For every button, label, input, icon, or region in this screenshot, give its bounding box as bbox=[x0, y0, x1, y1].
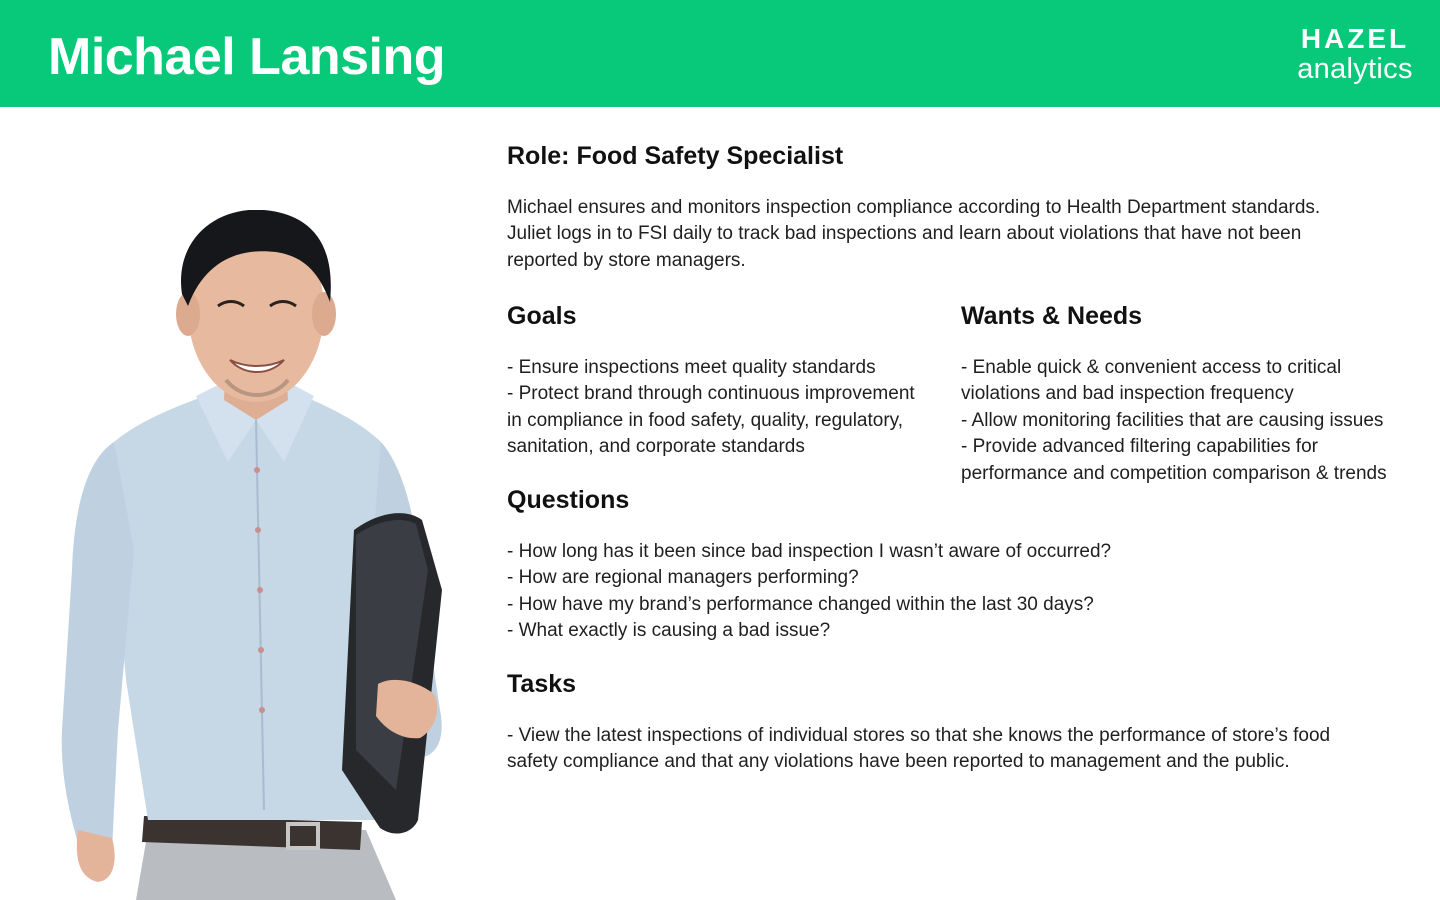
wants-line: violations and bad inspection frequency bbox=[961, 383, 1294, 405]
persona-name: Michael Lansing bbox=[48, 28, 446, 86]
questions-list: - How long has it been since bad inspect… bbox=[507, 539, 1111, 645]
persona-photo bbox=[61, 210, 442, 900]
header-bar: Michael Lansing HAZEL analytics bbox=[0, 0, 1440, 107]
role-heading: Role: Food Safety Specialist bbox=[507, 142, 844, 170]
questions-heading: Questions bbox=[507, 486, 630, 514]
tasks-heading: Tasks bbox=[507, 670, 577, 698]
goals-list: - Ensure inspections meet quality standa… bbox=[507, 355, 915, 461]
role-description: Michael ensures and monitors inspection … bbox=[507, 195, 1320, 274]
goals-heading: Goals bbox=[507, 302, 577, 330]
goals-line: sanitation, and corporate standards bbox=[507, 436, 805, 458]
questions-line: - How have my brand’s performance change… bbox=[507, 593, 1094, 615]
goals-line: in compliance in food safety, quality, r… bbox=[507, 409, 904, 431]
questions-line: - How are regional managers performing? bbox=[507, 567, 859, 589]
questions-line: - What exactly is causing a bad issue? bbox=[507, 620, 831, 642]
tasks-line: - View the latest inspections of individ… bbox=[507, 725, 1331, 746]
wants-list: - Enable quick & convenient access to cr… bbox=[961, 355, 1387, 487]
goals-line: - Protect brand through continuous impro… bbox=[507, 383, 915, 405]
brand-logo-top: HAZEL bbox=[1300, 23, 1410, 54]
role-description-line: Michael ensures and monitors inspection … bbox=[507, 197, 1321, 218]
wants-line: - Provide advanced filtering capabilitie… bbox=[961, 436, 1318, 458]
questions-line: - How long has it been since bad inspect… bbox=[507, 541, 1112, 562]
tasks-list: - View the latest inspections of individ… bbox=[507, 723, 1330, 776]
wants-heading: Wants & Needs bbox=[961, 302, 1143, 330]
wants-line: - Enable quick & convenient access to cr… bbox=[961, 357, 1342, 378]
role-description-line: reported by store managers. bbox=[507, 249, 746, 271]
brand-logo-bottom: analytics bbox=[1297, 53, 1413, 85]
tasks-line: safety compliance and that any violation… bbox=[507, 751, 1290, 773]
wants-line: performance and competition comparison &… bbox=[961, 462, 1387, 484]
goals-line: - Ensure inspections meet quality standa… bbox=[507, 357, 876, 378]
wants-line: - Allow monitoring facilities that are c… bbox=[961, 409, 1384, 431]
brand-logo: HAZEL analytics bbox=[1296, 23, 1414, 85]
role-description-line: Juliet logs in to FSI daily to track bad… bbox=[507, 223, 1302, 245]
